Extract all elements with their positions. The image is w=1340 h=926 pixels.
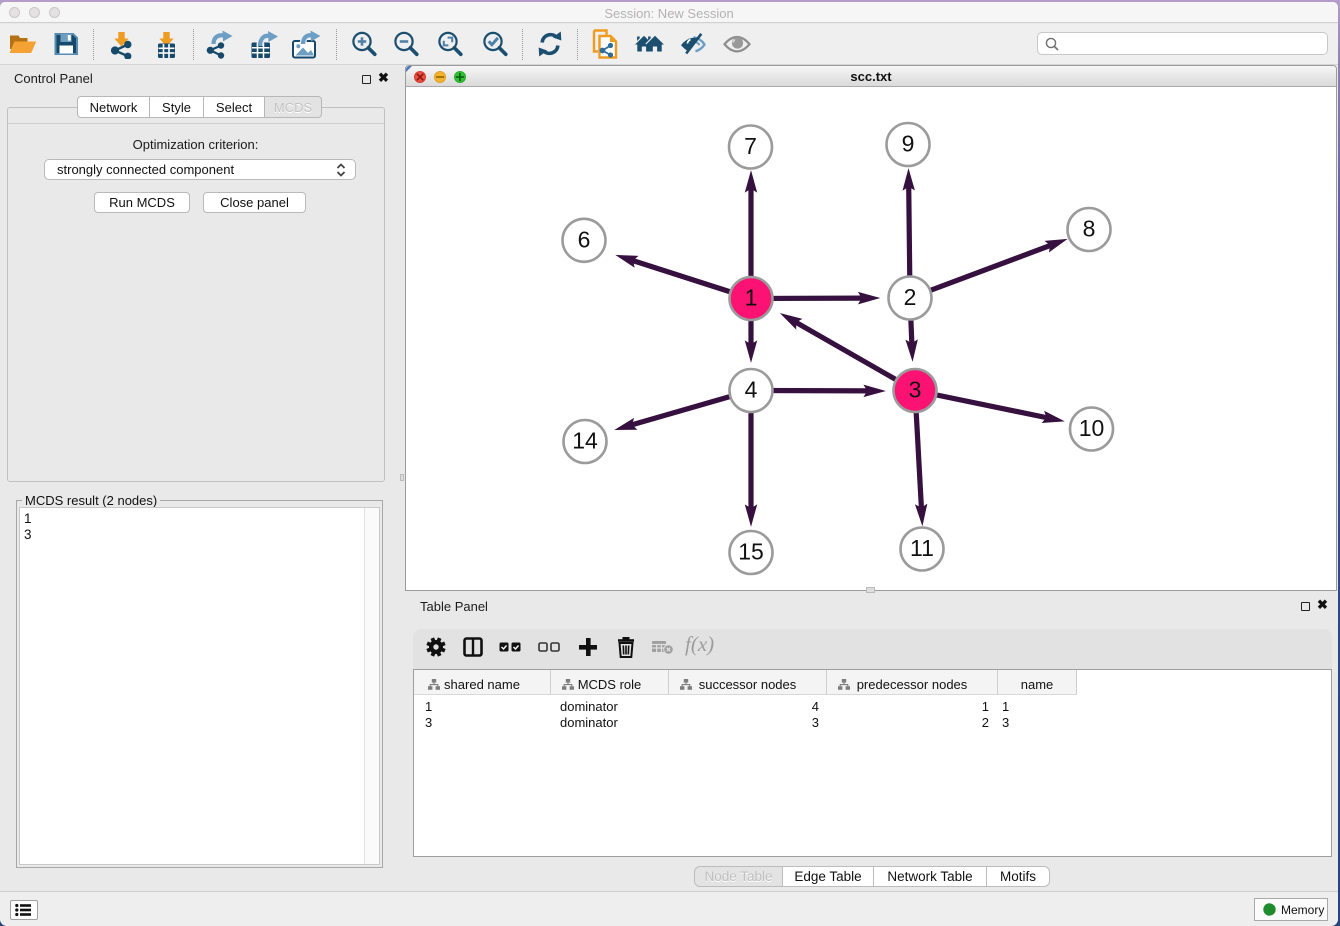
svg-text:7: 7 <box>744 133 757 159</box>
svg-text:3: 3 <box>909 377 922 403</box>
svg-text:9: 9 <box>902 131 915 157</box>
svg-text:11: 11 <box>910 535 934 561</box>
svg-text:10: 10 <box>1079 415 1105 441</box>
svg-text:15: 15 <box>738 539 764 565</box>
svg-text:4: 4 <box>745 377 758 403</box>
svg-text:1: 1 <box>745 285 758 311</box>
svg-text:6: 6 <box>578 226 591 252</box>
svg-text:2: 2 <box>904 284 917 310</box>
svg-text:8: 8 <box>1083 216 1096 242</box>
svg-text:14: 14 <box>572 428 598 454</box>
